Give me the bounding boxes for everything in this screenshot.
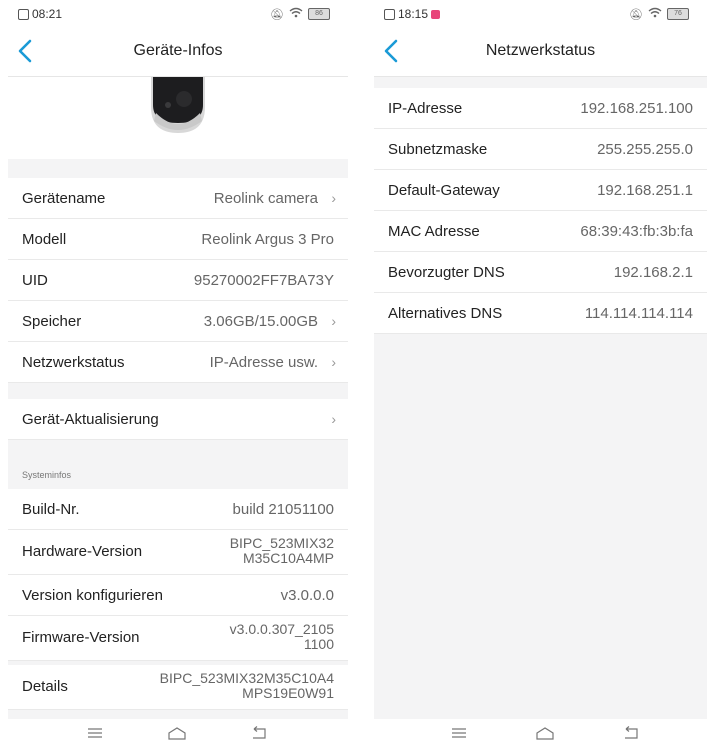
row-value: BIPC_523MIX32M35C10A4 MPS19E0W91 (160, 671, 334, 701)
row-label: Modell (22, 231, 67, 248)
battery-icon: 86 (308, 8, 330, 20)
row-value-line: v3.0.0.307_2105 (229, 621, 334, 637)
chevron-right-icon: › (331, 354, 336, 370)
row-label: Build-Nr. (22, 501, 80, 518)
row-value: 255.255.255.0 (597, 141, 693, 158)
row-value: 192.168.251.1 (597, 182, 693, 199)
menu-icon[interactable] (448, 725, 470, 741)
row-value: 192.168.251.100 (580, 100, 693, 117)
row-label: Alternatives DNS (388, 305, 503, 322)
row-label: Subnetzmaske (388, 141, 488, 158)
row-firmware-update[interactable]: Gerät-Aktualisierung › (8, 399, 348, 440)
row-label: Netzwerkstatus (22, 354, 125, 371)
row-alternative-dns: Alternatives DNS 114.114.114.114 (374, 293, 707, 334)
back-nav-icon[interactable] (620, 725, 642, 741)
row-value-line: MPS19E0W91 (242, 685, 334, 701)
row-value-line: M35C10A4MP (242, 550, 334, 566)
network-status-screen: 18:15 🔕︎ 76 Netzwerkstatus IP-Adresse 19… (374, 0, 707, 747)
camera-image (8, 77, 348, 159)
row-value: v3.0.0.307_2105 1100 (230, 622, 334, 652)
row-firmware-version: Firmware-Version v3.0.0.307_2105 1100 (8, 616, 348, 661)
status-bar: 08:21 🔕︎ 86 (8, 0, 348, 26)
row-default-gateway: Default-Gateway 192.168.251.1 (374, 170, 707, 211)
page-title: Geräte-Infos (133, 42, 223, 59)
row-model: Modell Reolink Argus 3 Pro (8, 219, 348, 260)
status-time: 08:21 (32, 7, 63, 21)
status-bar: 18:15 🔕︎ 76 (374, 0, 707, 26)
row-value: 114.114.114.114 (584, 305, 693, 322)
row-label: Details (22, 678, 68, 695)
row-label: Firmware-Version (22, 629, 140, 646)
row-value: BIPC_523MIX32 M35C10A4MP (230, 536, 334, 566)
system-nav-bar (374, 719, 707, 747)
row-value: Reolink Argus 3 Pro (201, 231, 334, 248)
row-label: Bevorzugter DNS (388, 264, 505, 281)
page-title: Netzwerkstatus (485, 42, 596, 59)
row-mac-address: MAC Adresse 68:39:43:fb:3b:fa (374, 211, 707, 252)
row-label: UID (22, 272, 48, 289)
row-value: v3.0.0.0 (280, 587, 334, 604)
screen-record-icon (384, 8, 395, 20)
section-header: Systeminfos (8, 459, 348, 487)
wifi-icon (289, 7, 303, 21)
row-value: 68:39:43:fb:3b:fa (580, 223, 693, 240)
row-config-version: Version konfigurieren v3.0.0.0 (8, 575, 348, 616)
row-storage[interactable]: Speicher 3.06GB/15.00GB › (8, 301, 348, 342)
row-label: Gerät-Aktualisierung (22, 411, 159, 428)
row-value: IP-Adresse usw. (209, 354, 318, 371)
row-value: Reolink camera (213, 190, 318, 207)
row-label: MAC Adresse (388, 223, 480, 240)
row-hardware-version: Hardware-Version BIPC_523MIX32 M35C10A4M… (8, 530, 348, 575)
row-value-line: 1100 (303, 636, 334, 652)
mute-icon: 🔕︎ (629, 8, 643, 21)
nav-bar: Geräte-Infos (8, 26, 348, 77)
mute-icon: 🔕︎ (270, 8, 284, 21)
device-info-screen: 08:21 🔕︎ 86 Geräte-Infos Gerätename Reol… (8, 0, 348, 747)
row-label: Speicher (22, 313, 82, 330)
status-time: 18:15 (398, 7, 429, 21)
row-label: Default-Gateway (388, 182, 500, 199)
row-details: Details BIPC_523MIX32M35C10A4 MPS19E0W91 (8, 665, 348, 710)
back-nav-icon[interactable] (248, 725, 270, 741)
row-value-line: BIPC_523MIX32M35C10A4 (159, 670, 334, 686)
row-preferred-dns: Bevorzugter DNS 192.168.2.1 (374, 252, 707, 293)
row-label: Gerätename (22, 190, 106, 207)
row-subnet-mask: Subnetzmaske 255.255.255.0 (374, 129, 707, 170)
back-button[interactable] (14, 36, 40, 66)
chevron-right-icon: › (331, 313, 336, 329)
row-ip-address: IP-Adresse 192.168.251.100 (374, 88, 707, 129)
row-value: 95270002FF7BA73Y (193, 272, 334, 289)
nav-bar: Netzwerkstatus (374, 26, 707, 77)
system-nav-bar (8, 719, 348, 747)
chevron-right-icon: › (331, 190, 336, 206)
row-value: 192.168.2.1 (613, 264, 693, 281)
row-network-status[interactable]: Netzwerkstatus IP-Adresse usw. › (8, 342, 348, 383)
row-label: Hardware-Version (22, 543, 143, 560)
back-button[interactable] (380, 36, 406, 66)
screen-record-icon (18, 8, 29, 20)
row-label: Version konfigurieren (22, 587, 163, 604)
chevron-right-icon: › (331, 411, 336, 427)
menu-icon[interactable] (84, 725, 106, 741)
row-value: 3.06GB/15.00GB (203, 313, 318, 330)
row-label: IP-Adresse (388, 100, 463, 117)
app-notification-icon (431, 9, 441, 19)
row-device-name[interactable]: Gerätename Reolink camera › (8, 178, 348, 219)
battery-icon: 76 (667, 8, 689, 20)
home-icon[interactable] (166, 725, 188, 741)
wifi-icon (648, 7, 662, 21)
row-value: build 21051100 (232, 501, 334, 518)
home-icon[interactable] (534, 725, 556, 741)
row-value-line: BIPC_523MIX32 (229, 535, 334, 551)
section-title: Systeminfos (22, 470, 72, 480)
row-uid: UID 95270002FF7BA73Y (8, 260, 348, 301)
row-build: Build-Nr. build 21051100 (8, 489, 348, 530)
